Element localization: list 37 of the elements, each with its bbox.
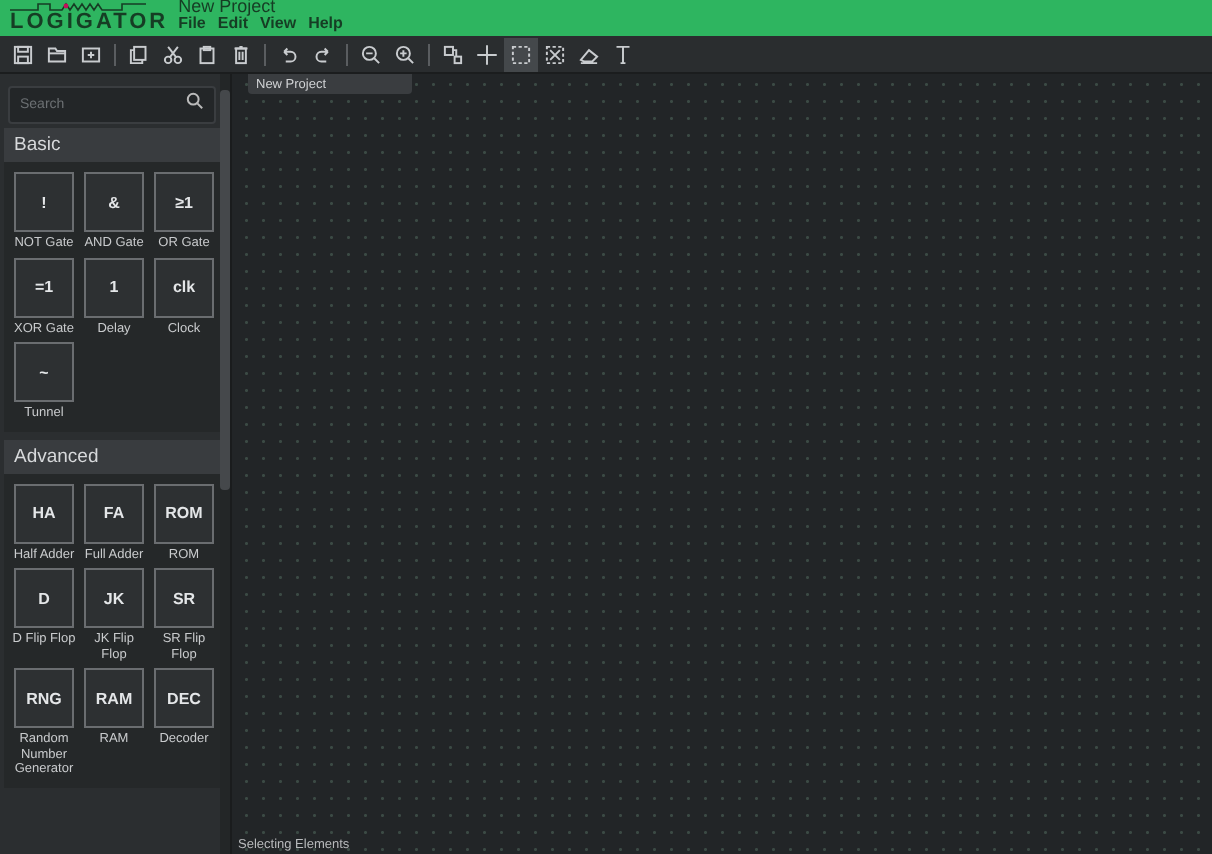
section-header[interactable]: Advanced bbox=[4, 439, 220, 473]
component-tile[interactable]: DEC bbox=[154, 668, 214, 728]
component-tile[interactable]: HA bbox=[14, 483, 74, 543]
section-header[interactable]: Basic bbox=[4, 128, 220, 162]
search-icon bbox=[186, 92, 204, 110]
component-tile[interactable]: RAM bbox=[84, 668, 144, 728]
component-tile[interactable]: JK bbox=[84, 568, 144, 628]
zoom-out-icon bbox=[358, 41, 384, 67]
component-tile[interactable]: & bbox=[84, 172, 144, 232]
component-tile[interactable]: ≥1 bbox=[154, 172, 214, 232]
component-tile[interactable]: ROM bbox=[154, 483, 214, 543]
component-tile[interactable]: D bbox=[14, 568, 74, 628]
save-icon bbox=[10, 41, 36, 67]
select-icon bbox=[508, 41, 534, 67]
component-tile[interactable]: SR bbox=[154, 568, 214, 628]
component-tile[interactable]: =1 bbox=[14, 257, 74, 317]
scrollbar-thumb[interactable] bbox=[220, 90, 230, 490]
cut-icon bbox=[160, 41, 186, 67]
menu-item[interactable]: Help bbox=[308, 16, 343, 32]
component-icon bbox=[440, 41, 466, 67]
component-tile[interactable]: ~ bbox=[14, 342, 74, 402]
paste-icon bbox=[194, 41, 220, 67]
select-button[interactable] bbox=[504, 37, 538, 71]
component-tile[interactable]: ! bbox=[14, 172, 74, 232]
zoom-in-icon bbox=[392, 41, 418, 67]
waveform-icon bbox=[10, 2, 146, 12]
component-tile[interactable]: clk bbox=[154, 257, 214, 317]
cut-select-icon bbox=[542, 41, 568, 67]
component-tile[interactable]: 1 bbox=[84, 257, 144, 317]
logo-text: LOGIGATOR bbox=[10, 12, 169, 34]
menu-item[interactable]: View bbox=[259, 16, 297, 32]
menu-item[interactable]: Edit bbox=[217, 16, 248, 32]
component-tile[interactable]: RNG bbox=[14, 668, 74, 728]
copy-icon bbox=[126, 41, 152, 67]
menu-item[interactable]: File bbox=[178, 16, 206, 32]
component-tile[interactable]: FA bbox=[84, 483, 144, 543]
wire-icon bbox=[474, 41, 500, 67]
